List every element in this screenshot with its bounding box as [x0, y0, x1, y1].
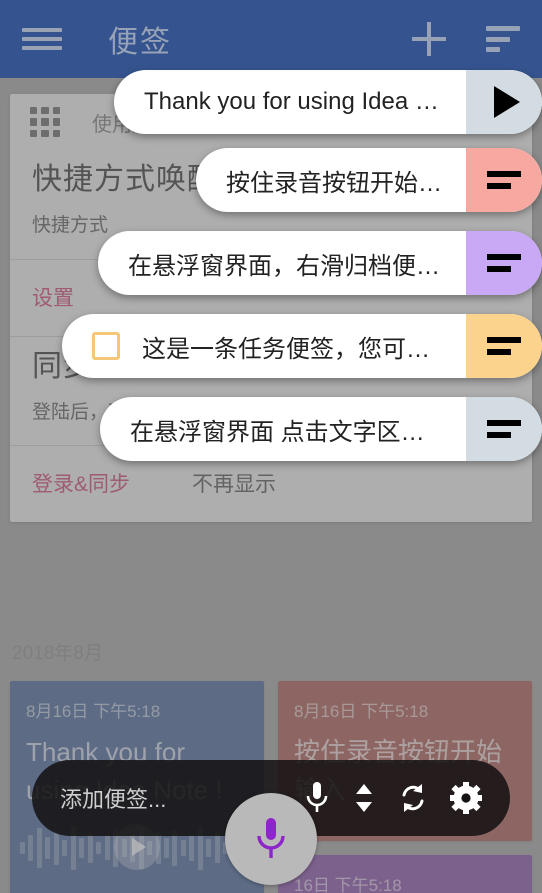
- floating-pill-note-1[interactable]: Thank you for using Idea Note !: [114, 70, 542, 134]
- pill-text: Thank you for using Idea Note !: [144, 88, 466, 115]
- play-icon: [494, 86, 520, 118]
- sort-icon[interactable]: [486, 26, 520, 52]
- sort-line: [486, 26, 520, 31]
- pill-cap[interactable]: [466, 397, 542, 461]
- grid-dot: [52, 129, 60, 137]
- note-card[interactable]: 16日 下午5:18: [278, 855, 532, 893]
- login-sync-link[interactable]: 登录&同步: [32, 468, 130, 498]
- grid-dot: [30, 129, 38, 137]
- note-timestamp: 16日 下午5:18: [294, 876, 402, 893]
- plus-icon[interactable]: [412, 22, 446, 56]
- grid-dot: [30, 118, 38, 126]
- pill-text: 在悬浮窗界面 点击文字区域进…: [130, 418, 466, 446]
- microphone-icon[interactable]: [304, 781, 330, 815]
- sort-line: [486, 36, 510, 42]
- drag-handle-icon: [487, 254, 521, 272]
- grid-dot: [52, 107, 60, 115]
- drag-handle-icon: [487, 420, 521, 438]
- pill-cap[interactable]: [466, 314, 542, 378]
- sync-icon[interactable]: [398, 782, 428, 814]
- drag-handle-icon: [487, 337, 521, 355]
- apps-grid-icon: [30, 107, 60, 137]
- pill-text: 这是一条任务便签，您可以勾…: [142, 335, 466, 363]
- drag-handle-icon: [487, 171, 521, 189]
- hamburger-line: [22, 28, 62, 32]
- dont-show-again-link[interactable]: 不再显示: [192, 468, 276, 498]
- app-screen: 便签 使用建议 快捷方式唤醒 快捷方式: [0, 0, 542, 893]
- gear-icon[interactable]: [450, 782, 482, 814]
- expand-collapse-icon[interactable]: [352, 781, 376, 815]
- floating-pill-note-4[interactable]: 这是一条任务便签，您可以勾…: [62, 314, 542, 378]
- date-separator: 2018年8月: [12, 643, 103, 664]
- hamburger-line: [22, 37, 62, 41]
- hamburger-menu-icon[interactable]: [22, 25, 62, 53]
- note-timestamp: 8月16日 下午5:18: [26, 702, 161, 721]
- floating-pill-note-3[interactable]: 在悬浮窗界面，右滑归档便签，…: [98, 231, 542, 295]
- record-fab[interactable]: [225, 793, 317, 885]
- pill-cap[interactable]: [466, 231, 542, 295]
- microphone-icon: [257, 818, 285, 858]
- grid-dot: [41, 118, 49, 126]
- app-bar: 便签: [0, 0, 542, 78]
- settings-link[interactable]: 设置: [32, 282, 74, 312]
- pill-cap[interactable]: [466, 148, 542, 212]
- grid-dot: [30, 107, 38, 115]
- play-icon: [132, 838, 146, 856]
- task-checkbox[interactable]: [92, 332, 120, 360]
- page-title: 便签: [108, 26, 172, 59]
- floating-pill-note-5[interactable]: 在悬浮窗界面 点击文字区域进…: [100, 397, 542, 461]
- pill-cap[interactable]: [466, 70, 542, 134]
- pill-text: 在悬浮窗界面，右滑归档便签，…: [128, 252, 466, 280]
- floating-pill-note-2[interactable]: 按住录音按钮开始输入: [196, 148, 542, 212]
- sort-line: [486, 47, 500, 52]
- grid-dot: [41, 129, 49, 137]
- note-timestamp: 8月16日 下午5:18: [294, 702, 429, 721]
- grid-dot: [41, 107, 49, 115]
- hamburger-line: [22, 46, 62, 50]
- pill-text: 按住录音按钮开始输入: [226, 169, 466, 197]
- grid-dot: [52, 118, 60, 126]
